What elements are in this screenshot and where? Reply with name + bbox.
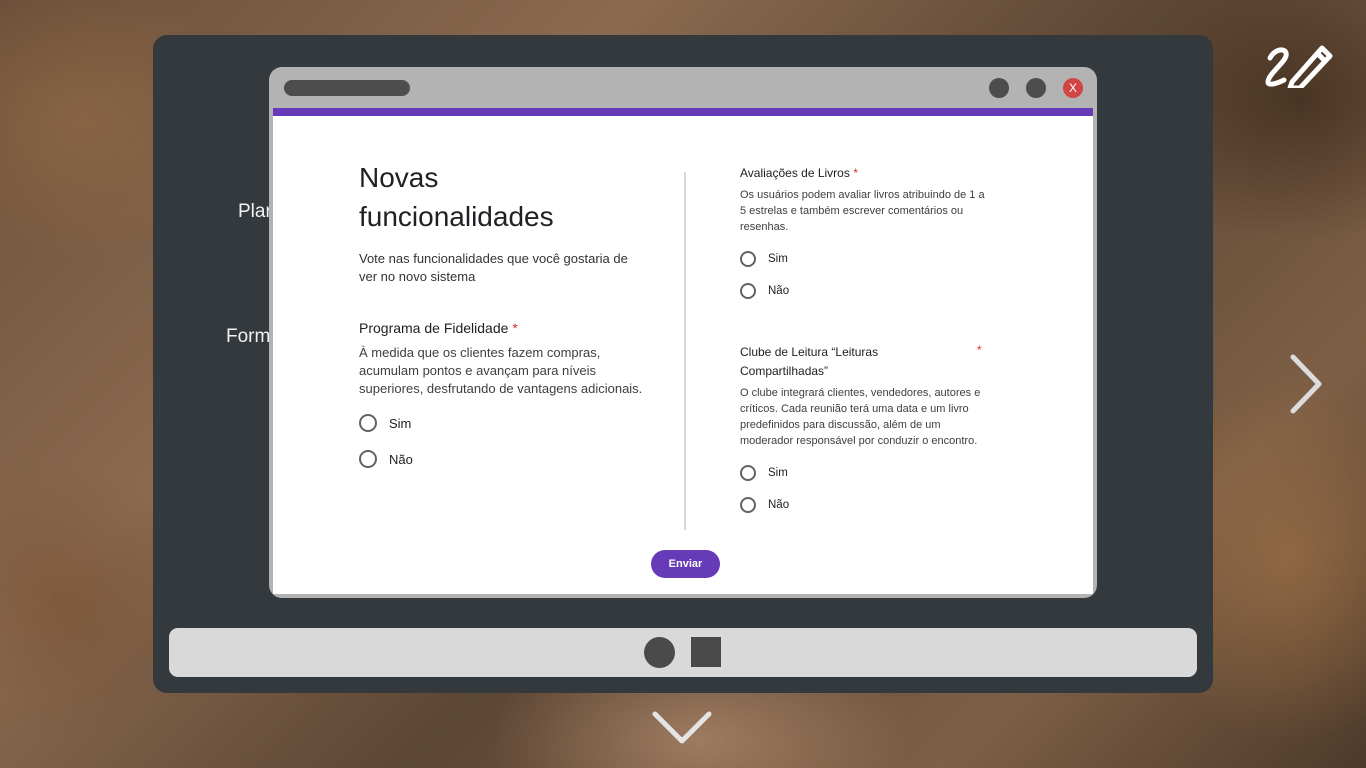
radio-button[interactable] — [740, 251, 756, 267]
question-avaliacoes-livros: Avaliações de Livros * Os usuários podem… — [740, 164, 990, 299]
close-button[interactable]: X — [1063, 78, 1083, 98]
form-title: Novas funcionalidades — [359, 158, 649, 236]
radio-option-nao[interactable]: Não — [740, 283, 990, 299]
radio-label: Sim — [768, 467, 788, 479]
radio-label: Não — [389, 451, 413, 467]
chevron-right-icon[interactable] — [1285, 353, 1329, 415]
column-divider — [684, 172, 686, 530]
radio-button[interactable] — [740, 283, 756, 299]
required-mark: * — [853, 166, 858, 180]
question-description: Os usuários podem avaliar livros atribui… — [740, 189, 985, 233]
window-title-bar — [284, 80, 410, 96]
browser-window: X Novas funcionalidades Vote nas funcion… — [269, 67, 1097, 598]
question-programa-fidelidade: Programa de Fidelidade * À medida que os… — [359, 320, 649, 468]
form-title-line: Novas — [359, 162, 439, 193]
form-description: Vote nas funcionalidades que você gostar… — [359, 251, 628, 284]
radio-label: Não — [768, 499, 790, 511]
radio-option-sim[interactable]: Sim — [359, 414, 649, 432]
question-title-text: Avaliações de Livros — [740, 166, 850, 180]
question-title-text: Clube de Leitura “Leituras Compartilhada… — [740, 345, 879, 378]
radio-option-sim[interactable]: Sim — [740, 465, 990, 481]
slide-toolbar — [169, 628, 1197, 677]
background-label: Plar — [238, 201, 272, 222]
radio-label: Não — [768, 285, 790, 297]
required-mark: * — [977, 343, 982, 357]
form-left-column: Novas funcionalidades Vote nas funcional… — [359, 158, 649, 468]
question-title: Programa de Fidelidade * — [359, 320, 649, 336]
required-mark: * — [512, 320, 518, 336]
minimize-button[interactable] — [989, 78, 1009, 98]
radio-button[interactable] — [359, 414, 377, 432]
question-title: Avaliações de Livros * — [740, 164, 990, 183]
circle-shape-button[interactable] — [644, 637, 675, 668]
google-form: Novas funcionalidades Vote nas funcional… — [273, 108, 1093, 594]
square-shape-button[interactable] — [691, 637, 721, 667]
question-description: À medida que os clientes fazem compras, … — [359, 345, 643, 396]
chevron-down-icon[interactable] — [650, 708, 714, 748]
background-label: Form — [226, 326, 271, 347]
form-right-column: Avaliações de Livros * Os usuários podem… — [740, 164, 990, 513]
radio-option-nao[interactable]: Não — [359, 450, 649, 468]
question-clube-leitura: Clube de Leitura “Leituras Compartilhada… — [740, 343, 990, 513]
radio-label: Sim — [389, 415, 412, 431]
question-description: O clube integrará clientes, vendedores, … — [740, 387, 981, 447]
form-title-line: funcionalidades — [359, 201, 554, 232]
radio-option-sim[interactable]: Sim — [740, 251, 990, 267]
radio-button[interactable] — [359, 450, 377, 468]
question-title-text: Programa de Fidelidade — [359, 320, 509, 336]
radio-option-nao[interactable]: Não — [740, 497, 990, 513]
radio-button[interactable] — [740, 465, 756, 481]
radio-label: Sim — [768, 253, 788, 265]
maximize-button[interactable] — [1026, 78, 1046, 98]
pen-icon[interactable] — [1262, 38, 1336, 88]
submit-button[interactable]: Enviar — [651, 550, 720, 578]
radio-button[interactable] — [740, 497, 756, 513]
